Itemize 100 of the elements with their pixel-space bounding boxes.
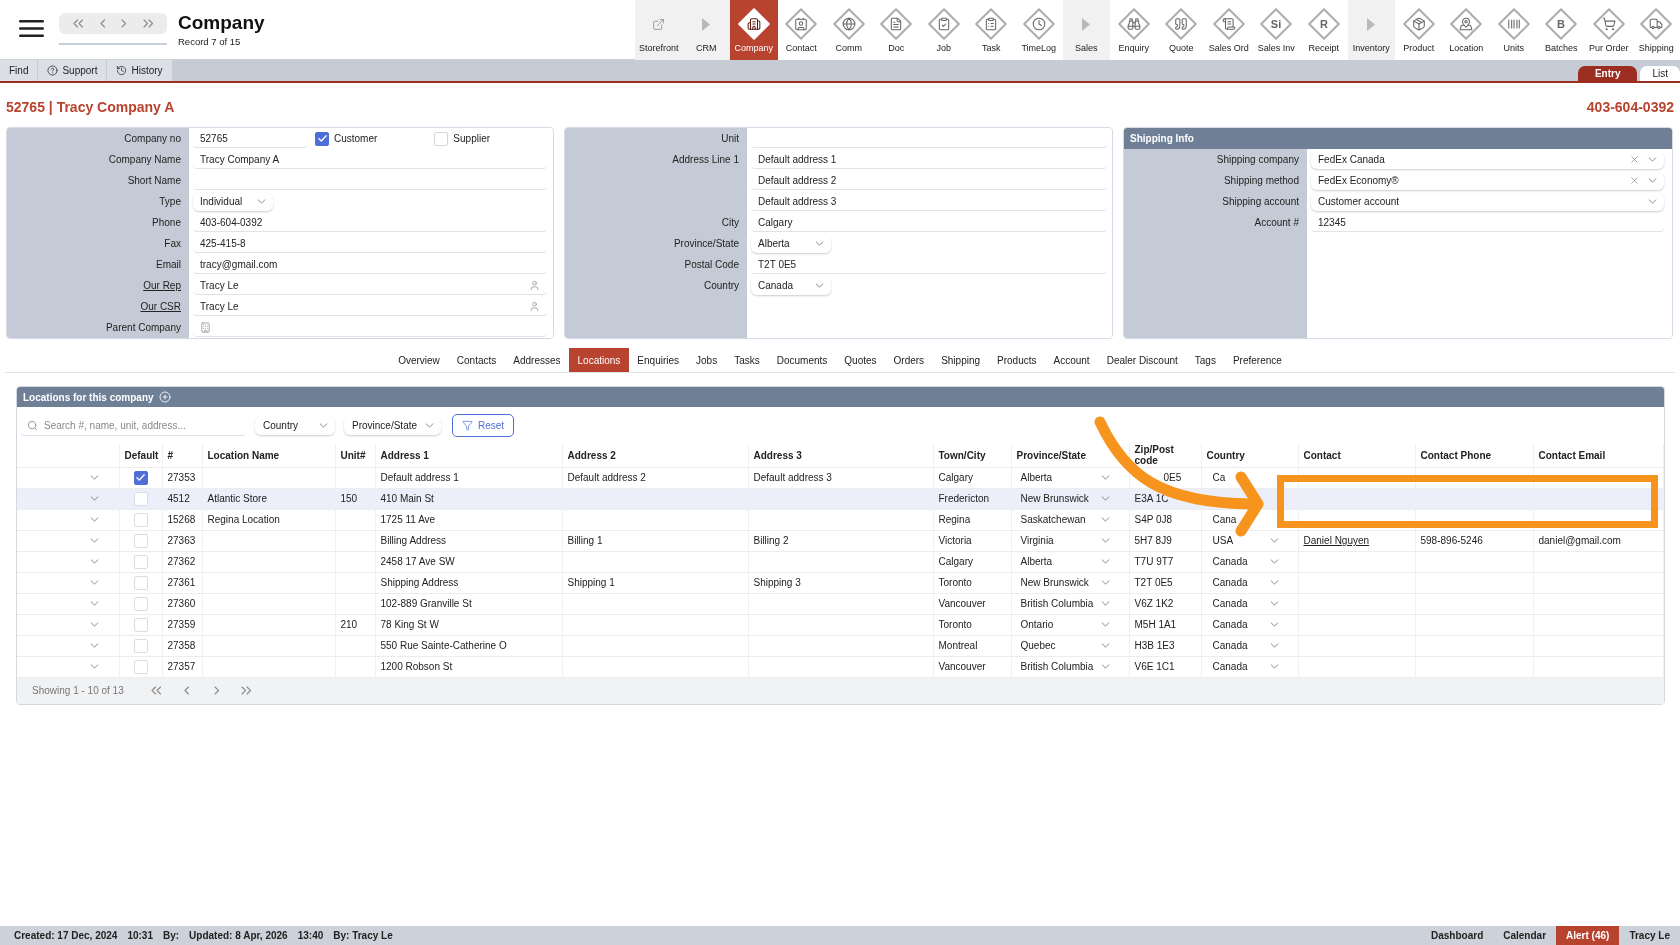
expand-button[interactable] [89,517,99,522]
cell-dropdown[interactable]: Canada [1206,556,1293,567]
view-tab[interactable]: Entry [1577,66,1638,81]
module-button[interactable]: CRM [682,0,730,60]
tab[interactable]: Documents [768,348,836,372]
expand-button[interactable] [89,601,99,606]
status-link[interactable]: Tracy Le [1619,926,1680,945]
expand-button[interactable] [89,559,99,564]
select-field[interactable]: FedEx Economy® [1311,171,1664,190]
cell-dropdown[interactable]: Virginia [1016,535,1124,546]
select-field[interactable]: Canada [751,276,831,295]
status-link[interactable]: Calendar [1493,926,1557,945]
filter-select[interactable]: Country [255,416,335,435]
cell-dropdown[interactable]: Alberta [1016,472,1124,483]
cell-dropdown[interactable]: Canada [1206,577,1293,588]
table-row[interactable]: 27359 210 78 King St W Toronto Ontario M5H 1A1 Canada [17,614,1664,635]
cell-dropdown[interactable]: New Brunswick [1016,493,1124,504]
add-icon[interactable] [158,391,171,403]
table-row[interactable]: 27363 Billing Address Billing 1 Billing 2 Victoria Virginia 5H7 8J9 USA Daniel Nguyen 598-896-5246 daniel@gmail.com [17,530,1664,551]
expand-button[interactable] [89,664,99,669]
table-row[interactable]: 27357 1200 Robson St Vancouver British Columbia V6E 1C1 Canada [17,656,1664,677]
text-field[interactable]: Default address 3 [751,192,1107,211]
last-record-button[interactable] [142,19,153,28]
cell-dropdown[interactable]: British Columbia [1016,661,1124,672]
text-field[interactable]: tracy@gmail.com [193,255,547,274]
view-tab[interactable]: List [1640,66,1680,81]
field-link[interactable]: Our CSR [140,301,189,312]
module-button[interactable]: Sales [1062,0,1110,60]
tab[interactable]: Dealer Discount [1098,348,1187,372]
module-button[interactable]: Inventory [1347,0,1395,60]
double-chevron-left-icon [151,686,162,696]
first-record-button[interactable] [73,19,84,28]
status-link[interactable]: Dashboard [1421,926,1494,945]
tab[interactable]: Quotes [835,348,886,372]
table-row[interactable]: 27358 550 Rue Sainte-Catherine O Montreal Quebec H3B 1E3 Canada [17,635,1664,656]
tab[interactable]: Shipping [932,348,989,372]
tab[interactable]: Products [988,348,1045,372]
package-icon [1402,8,1435,40]
expand-button[interactable] [89,496,99,501]
tab[interactable]: Tasks [725,348,769,372]
checkbox[interactable] [315,131,329,146]
cell-dropdown[interactable]: Canada [1206,661,1293,672]
lookup-field[interactable]: Tracy Le [193,297,547,316]
checkbox[interactable] [133,470,148,485]
tab[interactable]: Orders [885,348,933,372]
module-button[interactable]: Storefront [635,0,683,60]
alert-button[interactable]: Alert (46) [1556,926,1620,945]
cell-dropdown[interactable]: Canada [1206,598,1293,609]
toolbar-button[interactable]: History [107,60,172,81]
select-field[interactable]: Customer account [1311,192,1664,211]
menu-button[interactable] [19,20,44,37]
text-field[interactable]: 403-604-0392 [193,213,547,232]
tab[interactable]: Preference [1224,348,1291,372]
text-field[interactable]: Default address 1 [751,150,1107,169]
cell-dropdown[interactable]: New Brunswick [1016,577,1124,588]
text-field[interactable]: 52765 [193,129,308,148]
table-row[interactable]: 27362 2458 17 Ave SW Calgary Alberta T7U 9T7 Canada [17,551,1664,572]
tab[interactable]: Overview [389,348,449,372]
text-field[interactable]: Calgary [751,213,1107,232]
module-button[interactable]: Company [730,0,778,60]
cell-dropdown[interactable]: Canada [1206,640,1293,651]
tab[interactable]: Account [1045,348,1099,372]
expand-button[interactable] [89,580,99,585]
table-row[interactable]: 27361 Shipping Address Shipping 1 Shipping 3 Toronto New Brunswick T2T 0E5 Canada [17,572,1664,593]
filter-select[interactable]: Province/State [344,416,441,435]
text-field[interactable]: T2T 0E5 [751,255,1107,274]
expand-button[interactable] [89,475,99,480]
table-row[interactable]: 27360 102-889 Granville St Vancouver British Columbia V6Z 1K2 Canada [17,593,1664,614]
expand-button[interactable] [89,643,99,648]
select-field[interactable]: FedEx Canada [1311,150,1664,169]
expand-button[interactable] [89,538,99,543]
select-field[interactable]: Alberta [751,234,831,253]
text-field[interactable]: 425-415-8 [193,234,547,253]
cell-dropdown[interactable]: Quebec [1016,640,1124,651]
tab[interactable]: Tags [1186,348,1225,372]
text-field[interactable]: Default address 2 [751,171,1107,190]
next-record-button[interactable] [121,19,127,28]
select-field[interactable]: Individual [193,192,273,211]
text-field[interactable]: 12345 [1311,213,1664,232]
lookup-field[interactable]: Tracy Le [193,276,547,295]
field-link[interactable]: Our Rep [143,280,189,291]
cell-dropdown[interactable]: Canada [1206,619,1293,630]
reset-button[interactable]: Reset [452,414,514,437]
tab[interactable]: Contacts [448,348,505,372]
cell-dropdown[interactable]: Alberta [1016,556,1124,567]
cell-dropdown[interactable]: British Columbia [1016,598,1124,609]
contact-link[interactable]: Daniel Nguyen [1303,535,1370,546]
tab[interactable]: Jobs [687,348,726,372]
tab[interactable]: Locations [569,348,629,372]
tab[interactable]: Enquiries [628,348,688,372]
cell-dropdown[interactable]: USA [1206,535,1293,546]
toolbar-button[interactable]: Support [38,60,107,81]
toolbar-button[interactable]: Find [0,60,38,81]
search-field[interactable]: Search #, name, unit, address... [21,415,246,436]
previous-record-button[interactable] [99,19,105,28]
cell-dropdown[interactable]: Ontario [1016,619,1124,630]
tab[interactable]: Addresses [504,348,570,372]
text-field[interactable]: Tracy Company A [193,150,547,169]
cell-dropdown[interactable]: Saskatchewan [1016,514,1124,525]
expand-button[interactable] [89,622,99,627]
